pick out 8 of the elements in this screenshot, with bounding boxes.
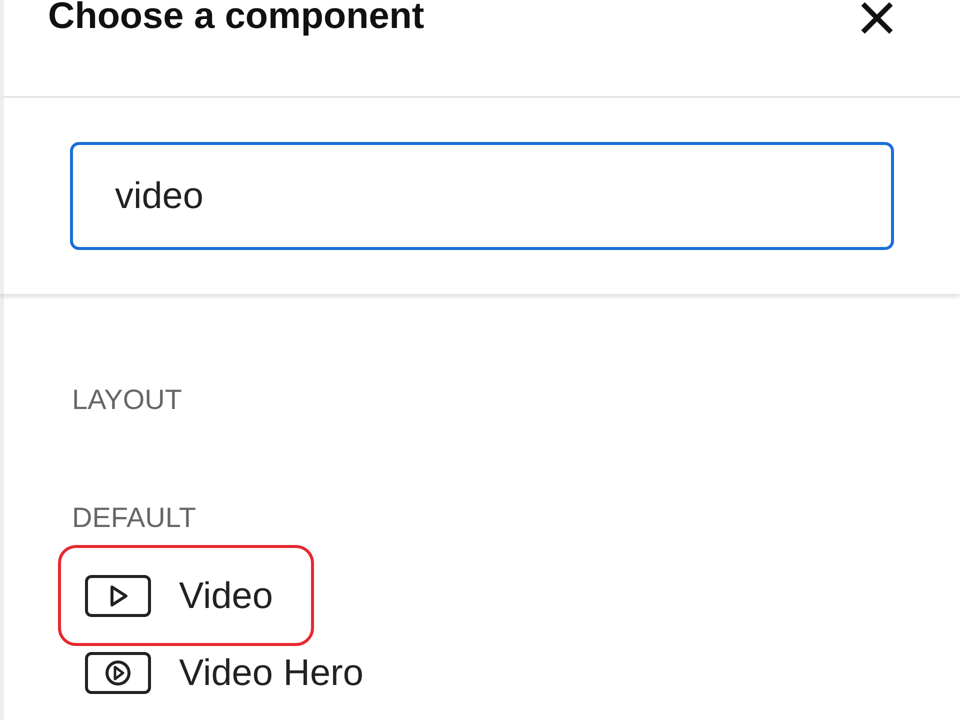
close-button[interactable] — [860, 2, 894, 34]
search-field[interactable]: video — [70, 142, 894, 250]
play-icon — [85, 574, 151, 617]
component-item[interactable]: Video — [58, 544, 314, 646]
dialog-title: Choose a component — [48, 0, 424, 37]
section-heading: DEFAULT — [72, 501, 197, 536]
close-icon — [860, 2, 894, 34]
section-heading: LAYOUT — [72, 383, 183, 417]
